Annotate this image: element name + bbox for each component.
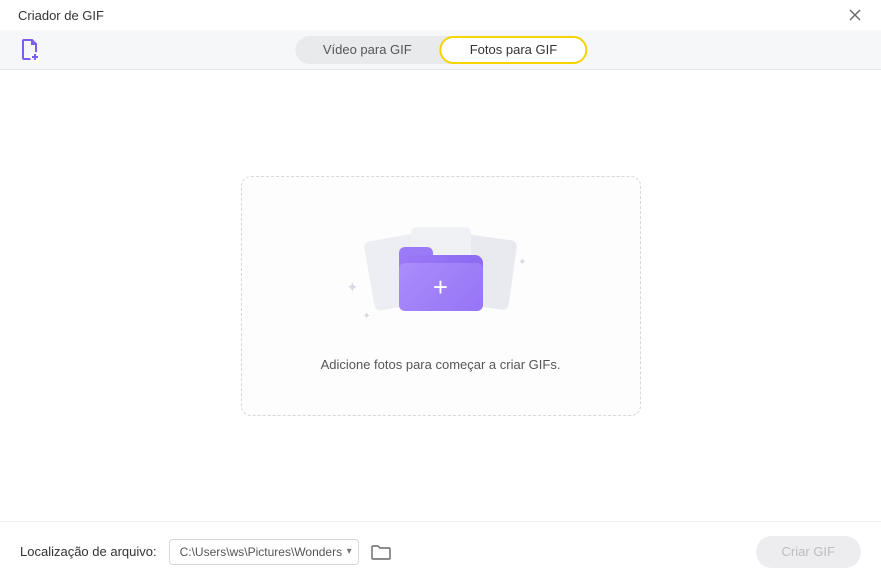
window-title: Criador de GIF — [18, 8, 104, 23]
folder-plus-icon: + — [399, 247, 483, 311]
output-path-select[interactable]: C:\Users\ws\Pictures\Wonders ▾ — [169, 539, 359, 565]
sparkle-icon: ✦ — [347, 279, 359, 296]
dropzone-illustration: ✦ ✦ ✦ + — [351, 219, 531, 329]
close-button[interactable] — [843, 3, 867, 27]
sparkle-icon: ✦ — [363, 311, 371, 322]
add-file-button[interactable] — [18, 38, 42, 62]
create-gif-button[interactable]: Criar GIF — [756, 536, 861, 568]
close-icon — [849, 9, 861, 21]
add-file-icon — [18, 38, 42, 62]
browse-folder-button[interactable] — [371, 544, 391, 560]
output-path-text: C:\Users\ws\Pictures\Wonders — [180, 545, 343, 559]
chevron-down-icon: ▾ — [347, 546, 352, 557]
folder-icon — [371, 544, 391, 560]
footer: Localização de arquivo: C:\Users\ws\Pict… — [0, 521, 881, 581]
dropzone-hint: Adicione fotos para começar a criar GIFs… — [321, 357, 561, 372]
main-area: ✦ ✦ ✦ + Adicione fotos para começar a cr… — [0, 70, 881, 521]
file-location-label: Localização de arquivo: — [20, 544, 157, 559]
tab-video-to-gif[interactable]: Vídeo para GIF — [295, 36, 440, 64]
sparkle-icon: ✦ — [518, 257, 526, 268]
dropzone[interactable]: ✦ ✦ ✦ + Adicione fotos para começar a cr… — [241, 176, 641, 416]
tab-photos-to-gif[interactable]: Fotos para GIF — [440, 36, 587, 64]
toolbar: Vídeo para GIF Fotos para GIF — [0, 30, 881, 70]
titlebar: Criador de GIF — [0, 0, 881, 30]
mode-toggle: Vídeo para GIF Fotos para GIF — [295, 36, 586, 64]
